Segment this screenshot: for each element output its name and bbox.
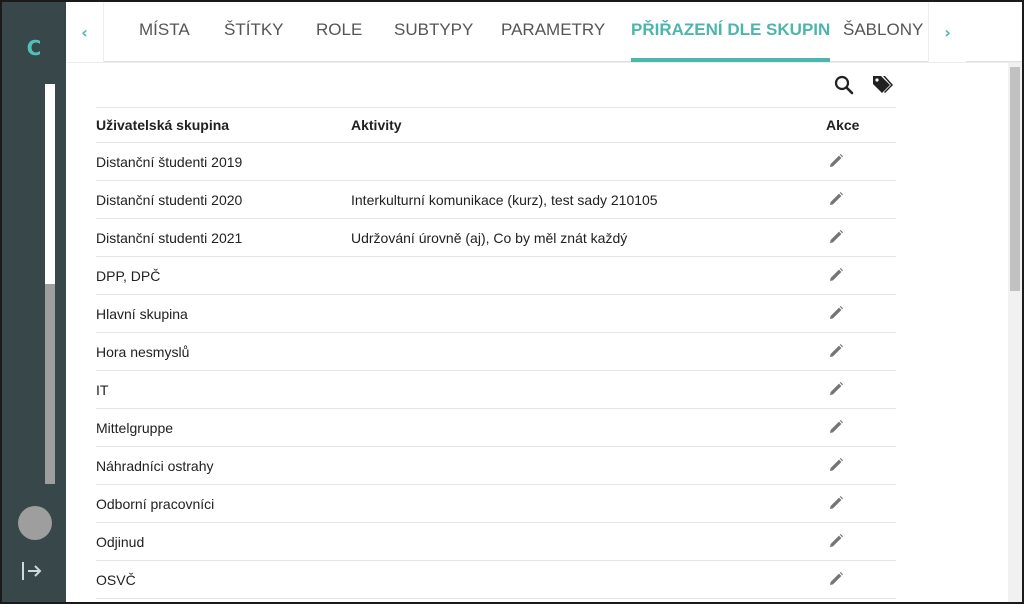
group-name-cell: DPP, DPČ (96, 268, 161, 284)
edit-icon[interactable] (828, 305, 844, 321)
group-name-cell: Náhradníci ostrahy (96, 458, 214, 474)
table-row: Náhradníci ostrahy (96, 447, 896, 485)
edit-icon[interactable] (828, 495, 844, 511)
table-row: Distanční studenti 2020 Interkulturní kom… (96, 181, 896, 219)
chevron-right-icon[interactable]: › (928, 2, 966, 62)
table-row: Distanční studenti 2021 Udržování úrovně … (96, 219, 896, 257)
app-frame: C ‹ Místa Štítky Role Subtypy Parametry … (2, 2, 1022, 602)
table-row: Distanční študenti 2019 (96, 143, 896, 181)
tab-role[interactable]: Role (316, 2, 362, 62)
avatar[interactable] (18, 506, 52, 540)
edit-icon[interactable] (828, 533, 844, 549)
tab-mista[interactable]: Místa (139, 2, 190, 62)
edit-icon[interactable] (828, 229, 844, 245)
group-name-cell: Odborní pracovníci (96, 496, 215, 512)
tab-prirazeni-dle-skupin[interactable]: Přiřazení dle skupin (631, 2, 831, 62)
activities-cell: Udržování úrovně (aj), Co by měl znát ka… (351, 230, 628, 246)
edit-icon[interactable] (828, 153, 844, 169)
table-body: Distanční študenti 2019 Distanční student… (96, 143, 896, 599)
group-name-cell: Hlavní skupina (96, 306, 188, 322)
activities-cell: Interkulturní komunikace (kurz), test sa… (351, 192, 658, 208)
tab-parametry[interactable]: Parametry (501, 2, 605, 62)
edit-icon[interactable] (828, 419, 844, 435)
group-assignment-table: Uživatelská skupina Aktivity Akce Distan… (96, 107, 896, 599)
table-row: OSVČ (96, 561, 896, 599)
table-row: Odborní pracovníci (96, 485, 896, 523)
edit-icon[interactable] (828, 457, 844, 473)
table-row: Hora nesmyslů (96, 333, 896, 371)
group-name-cell: OSVČ (96, 572, 136, 588)
table-row: IT (96, 371, 896, 409)
main-content: Uživatelská skupina Aktivity Akce Distan… (66, 63, 1008, 602)
column-header-actions: Akce (826, 117, 860, 133)
group-name-cell: Hora nesmyslů (96, 344, 190, 360)
group-name-cell: Distanční studenti 2021 (96, 230, 243, 246)
table-row: Odjinud (96, 523, 896, 561)
rail-scroll-track[interactable] (45, 84, 55, 484)
table-row: Mittelgruppe (96, 409, 896, 447)
group-name-cell: Distanční študenti 2019 (96, 154, 243, 170)
group-name-cell: Distanční studenti 2020 (96, 192, 243, 208)
tab-sablony[interactable]: Šablony em (843, 2, 928, 62)
edit-icon[interactable] (828, 343, 844, 359)
search-icon[interactable] (832, 73, 856, 97)
column-header-activities[interactable]: Aktivity (351, 108, 821, 143)
table-row: DPP, DPČ (96, 257, 896, 295)
table-header-row: Uživatelská skupina Aktivity Akce (96, 108, 896, 143)
side-rail: C (2, 2, 66, 602)
tab-stitky[interactable]: Štítky (224, 2, 284, 62)
group-name-cell: Odjinud (96, 534, 145, 550)
chevron-left-icon[interactable]: ‹ (66, 2, 104, 62)
tabs-viewport: Místa Štítky Role Subtypy Parametry Přiř… (104, 2, 928, 62)
logout-icon[interactable] (20, 560, 44, 582)
tabs-bar: ‹ Místa Štítky Role Subtypy Parametry Př… (66, 2, 1022, 62)
app-logo[interactable]: C (2, 36, 66, 60)
table-row: Hlavní skupina (96, 295, 896, 333)
edit-icon[interactable] (828, 191, 844, 207)
rail-scroll-thumb[interactable] (45, 84, 55, 284)
page-scrollbar-thumb[interactable] (1010, 67, 1020, 291)
edit-icon[interactable] (828, 381, 844, 397)
page-scrollbar[interactable] (1008, 63, 1022, 602)
column-header-group[interactable]: Uživatelská skupina (96, 108, 346, 143)
tags-icon[interactable] (870, 73, 894, 97)
group-name-cell: Mittelgruppe (96, 420, 174, 436)
tab-subtypy[interactable]: Subtypy (394, 2, 473, 62)
group-name-cell: IT (96, 382, 109, 398)
edit-icon[interactable] (828, 267, 844, 283)
edit-icon[interactable] (828, 571, 844, 587)
